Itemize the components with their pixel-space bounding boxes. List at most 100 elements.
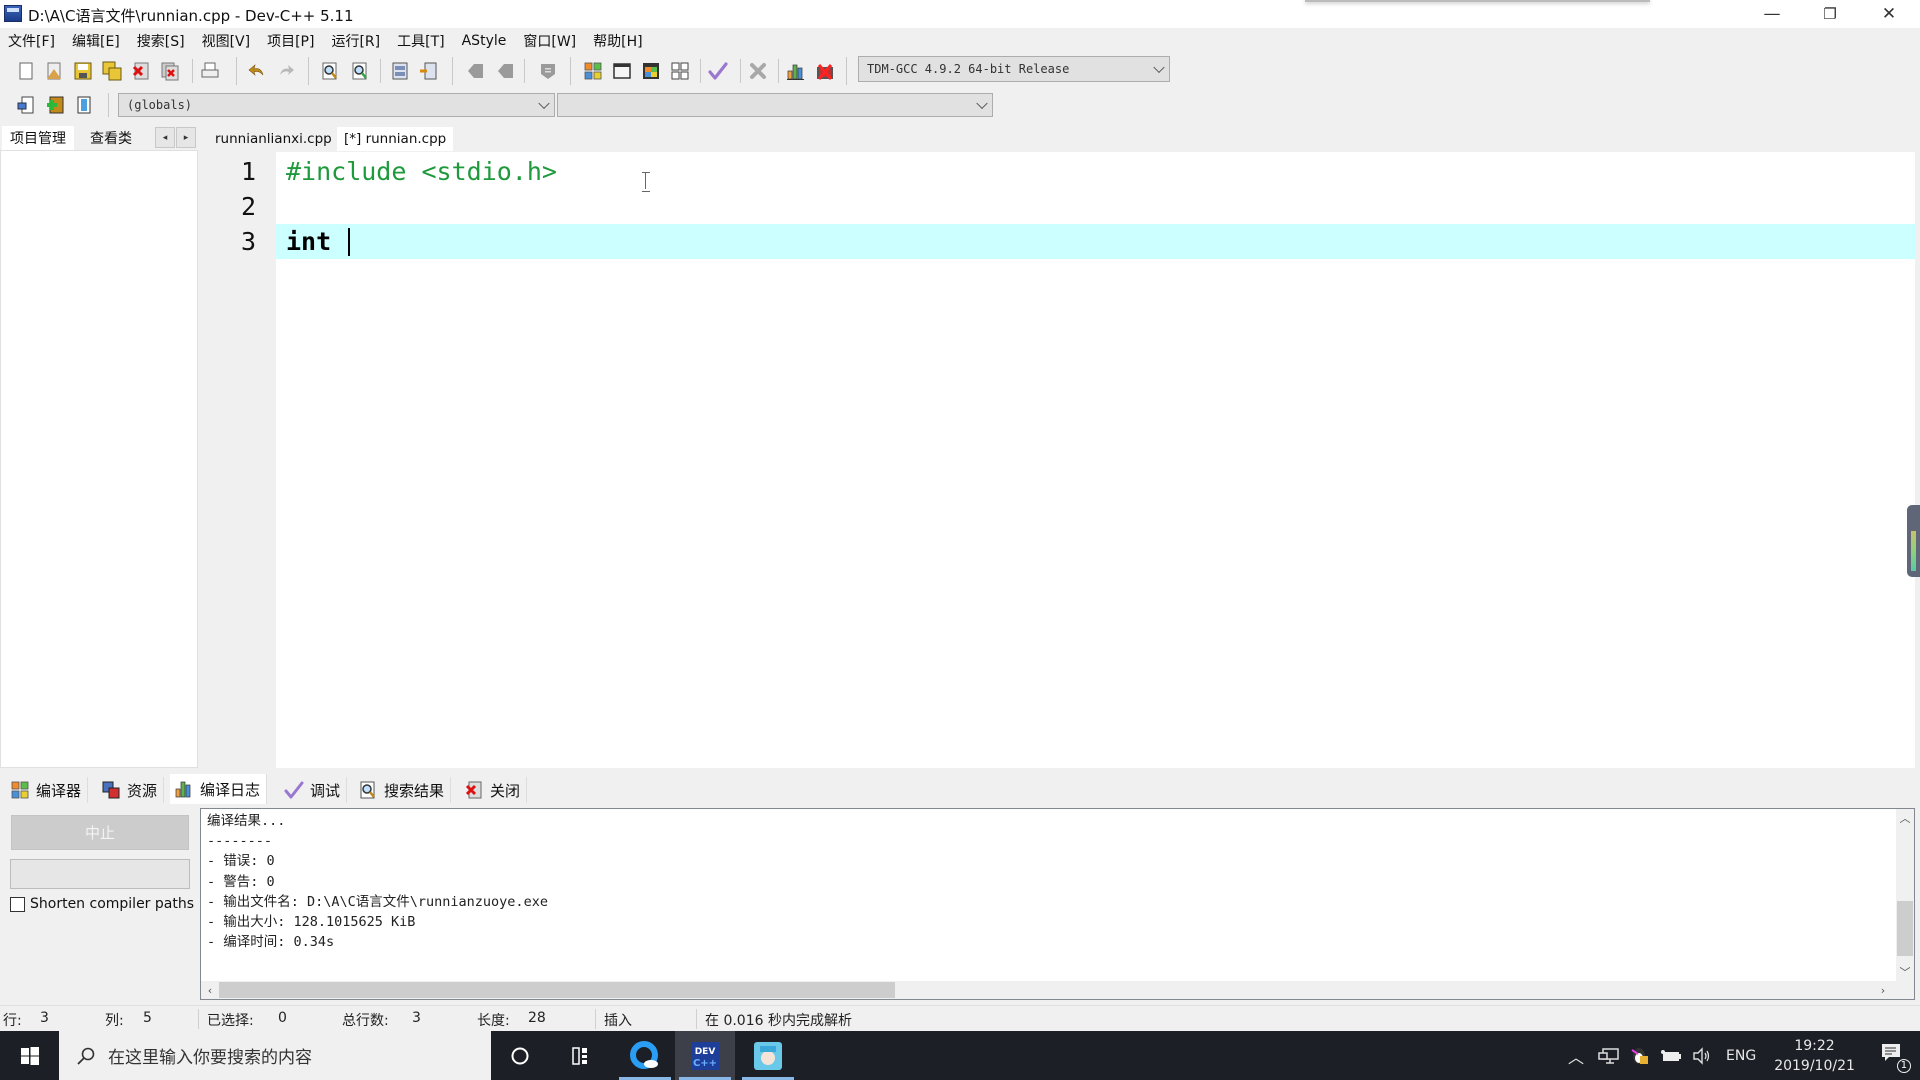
svg-text:DEV: DEV <box>695 1047 716 1057</box>
battery-icon[interactable] <box>1660 1049 1682 1063</box>
stop-execution-icon[interactable] <box>748 61 768 81</box>
tab-search-results[interactable]: 搜索结果 <box>354 777 452 803</box>
tab-scroll-left-button[interactable]: ◂ <box>155 127 175 148</box>
scroll-down-icon[interactable]: ﹀ <box>1896 963 1914 981</box>
undo-icon[interactable] <box>247 61 267 81</box>
close-all-icon[interactable] <box>160 61 180 81</box>
compile-log-text: 编译结果... -------- - 错误: 0 - 警告: 0 - 输出文件名: D:… <box>207 811 548 952</box>
minimize-button[interactable]: — <box>1743 0 1801 28</box>
toolbar-separator <box>570 57 571 85</box>
task-view-icon <box>572 1046 587 1065</box>
cortana-button[interactable] <box>490 1031 550 1080</box>
status-row-label: 行: <box>3 1013 22 1029</box>
new-window-icon[interactable] <box>641 61 661 81</box>
insert-icon[interactable] <box>16 95 36 115</box>
menu-astyle[interactable]: AStyle <box>462 33 507 49</box>
editor-tab-runnian[interactable]: [*] runnian.cpp <box>337 127 454 151</box>
line-number: 3 <box>240 227 256 256</box>
menu-view[interactable]: 视图[V] <box>202 31 251 51</box>
tab-compile-log[interactable]: 编译日志 <box>170 774 268 804</box>
status-length-label: 长度: <box>477 1013 510 1029</box>
check-syntax-icon[interactable] <box>708 61 728 81</box>
side-widget-handle[interactable] <box>1907 505 1920 577</box>
tab-compiler[interactable]: 编译器 <box>6 777 89 803</box>
vertical-scroll-thumb[interactable] <box>1897 901 1913 956</box>
scroll-up-icon[interactable]: ︿ <box>1896 809 1914 827</box>
close-file-icon[interactable] <box>131 61 151 81</box>
shorten-paths-option[interactable]: Shorten compiler paths <box>10 896 194 912</box>
indent-left-icon[interactable] <box>466 61 486 81</box>
compile-log-output[interactable]: 编译结果... -------- - 错误: 0 - 警告: 0 - 输出文件名: D:… <box>200 808 1915 1000</box>
new-file-icon[interactable] <box>16 61 36 81</box>
save-all-icon[interactable] <box>102 61 122 81</box>
close-button[interactable]: ✕ <box>1860 0 1918 28</box>
tab-scroll-right-button[interactable]: ▸ <box>176 127 196 148</box>
qq-tray-icon[interactable] <box>1630 1046 1650 1066</box>
debug-icon <box>284 781 304 799</box>
tile-windows-icon[interactable] <box>670 61 690 81</box>
save-icon[interactable] <box>73 61 93 81</box>
code-line-current[interactable]: int <box>276 224 1915 259</box>
menu-window[interactable]: 窗口[W] <box>523 31 576 51</box>
menu-search[interactable]: 搜索[S] <box>137 31 185 51</box>
scope-select[interactable]: (globals) <box>118 93 555 117</box>
project-tree-panel[interactable] <box>0 150 198 768</box>
tab-close-panel[interactable]: 关闭 <box>460 777 528 803</box>
toggle-bookmark-icon[interactable] <box>419 61 439 81</box>
tab-project-manager[interactable]: 项目管理 <box>2 126 74 150</box>
code-line[interactable]: #include <stdio.h> <box>276 154 1915 189</box>
taskbar-app-qq-browser[interactable] <box>615 1031 675 1080</box>
taskbar-app-dev-cpp[interactable]: DEV C++ <box>675 1031 735 1080</box>
abort-compile-button[interactable]: 中止 <box>11 815 189 850</box>
goto-line-icon[interactable] <box>390 61 410 81</box>
tab-class-browser[interactable]: 查看类 <box>82 126 140 150</box>
menu-tools[interactable]: 工具[T] <box>397 31 444 51</box>
start-button[interactable] <box>0 1031 59 1080</box>
project-manager-icon[interactable] <box>583 61 603 81</box>
network-icon[interactable] <box>1598 1047 1620 1065</box>
action-center-button[interactable]: 1 <box>1881 1043 1911 1073</box>
taskbar-app-anime[interactable] <box>738 1031 798 1080</box>
open-file-icon[interactable] <box>44 61 64 81</box>
restore-button[interactable]: ❐ <box>1801 0 1859 28</box>
task-view-button[interactable] <box>550 1031 610 1080</box>
volume-icon[interactable] <box>1692 1046 1712 1065</box>
vertical-scrollbar[interactable]: ︿ ﹀ <box>1896 809 1914 981</box>
clock[interactable]: 19:22 2019/10/21 <box>1774 1036 1855 1076</box>
print-icon[interactable] <box>200 61 220 81</box>
replace-icon[interactable] <box>350 61 370 81</box>
scroll-right-icon[interactable]: › <box>1874 981 1892 999</box>
code-line[interactable] <box>276 189 1915 224</box>
fullscreen-icon[interactable] <box>612 61 632 81</box>
tab-resources[interactable]: 资源 <box>97 777 165 803</box>
find-icon[interactable] <box>320 61 340 81</box>
comment-icon[interactable] <box>538 61 558 81</box>
symbol-select[interactable] <box>557 93 993 117</box>
status-total-lines-value: 3 <box>412 1010 421 1026</box>
horizontal-scrollbar[interactable]: ‹ › <box>201 981 1914 999</box>
redo-icon[interactable] <box>276 61 296 81</box>
add-to-project-icon[interactable] <box>45 95 65 115</box>
taskbar-search-box[interactable]: 在这里输入你要搜索的内容 <box>59 1031 491 1080</box>
menu-edit[interactable]: 编辑[E] <box>72 31 120 51</box>
indent-right-icon[interactable] <box>496 61 516 81</box>
show-hidden-icons-icon[interactable]: ︿ <box>1568 1044 1584 1068</box>
horizontal-scroll-thumb[interactable] <box>219 982 895 998</box>
input-language[interactable]: ENG <box>1726 1048 1756 1064</box>
menu-run[interactable]: 运行[R] <box>331 31 380 51</box>
profile-analysis-icon[interactable] <box>786 61 806 81</box>
compile-log-icon <box>175 781 191 798</box>
menu-project[interactable]: 项目[P] <box>267 31 314 51</box>
scroll-left-icon[interactable]: ‹ <box>201 981 219 999</box>
shorten-paths-checkbox[interactable] <box>10 896 25 912</box>
editor-tab-runnianlianxi[interactable]: runnianlianxi.cpp <box>208 127 339 151</box>
delete-profile-icon[interactable] <box>815 61 835 81</box>
tab-debug[interactable]: 调试 <box>280 777 348 803</box>
search-icon <box>77 1047 95 1065</box>
status-parse-time: 在 0.016 秒内完成解析 <box>705 1013 852 1029</box>
remove-from-project-icon[interactable] <box>74 95 94 115</box>
compiler-select[interactable]: TDM-GCC 4.9.2 64-bit Release <box>858 56 1170 82</box>
menu-help[interactable]: 帮助[H] <box>593 31 642 51</box>
menu-file[interactable]: 文件[F] <box>8 31 55 51</box>
code-editor[interactable]: 1 2 3 #include <stdio.h> int <box>208 152 1915 768</box>
